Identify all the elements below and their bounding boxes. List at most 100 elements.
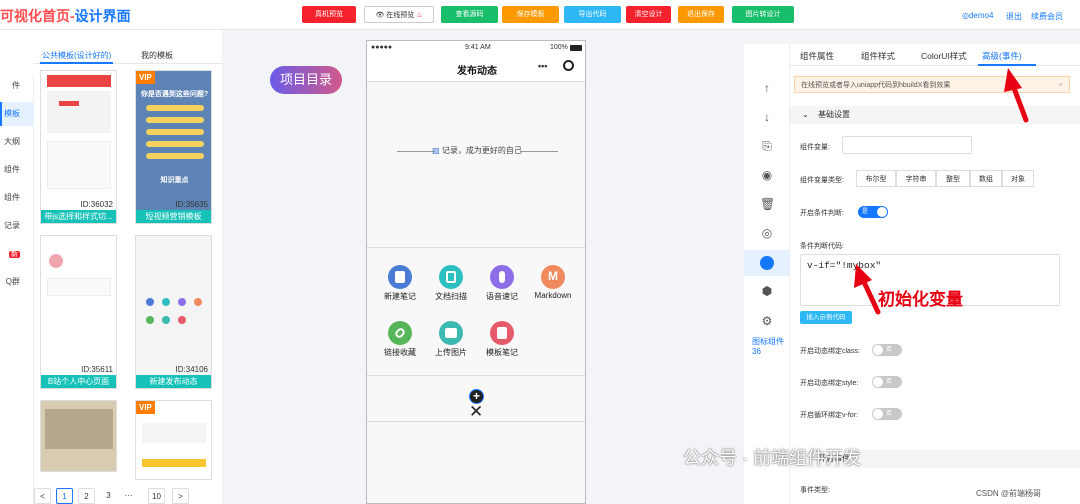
renew-member-link[interactable]: 续费会员	[1031, 11, 1063, 22]
nav-item-records[interactable]: 记录	[0, 214, 34, 238]
switch-knob	[873, 345, 883, 355]
view-source-button[interactable]: 查看源码	[441, 6, 498, 23]
more-icon[interactable]: •••	[538, 61, 547, 71]
card-preview-dot	[162, 316, 170, 324]
arrow-up-icon[interactable]: ↑	[760, 81, 774, 95]
card-preview-pill	[146, 141, 204, 147]
switch-text: 否	[886, 379, 893, 385]
page-ellipsis: ···	[124, 491, 133, 500]
nav-item-qq-group[interactable]: Q群	[0, 270, 34, 294]
app-label: 模板笔记	[486, 348, 518, 357]
image-to-design-button[interactable]: 图片转设计	[732, 6, 794, 23]
card-preview-dot	[178, 316, 186, 324]
app-template-note[interactable]: 模板笔记	[483, 321, 521, 358]
button-label: 查看源码	[455, 11, 484, 18]
card-question: 你是否遇到这些问题?	[140, 91, 209, 98]
tab-active-indicator	[40, 62, 113, 64]
nav-item-templates[interactable]: 模板	[0, 102, 34, 126]
switch-text: 否	[886, 411, 893, 417]
real-device-preview-button[interactable]: 真机预览	[302, 6, 356, 23]
nav-item-new[interactable]: 新	[0, 242, 34, 266]
app-link-collect[interactable]: 链接收藏	[381, 321, 419, 358]
arrow-to-code	[854, 264, 881, 315]
template-card[interactable]: ID:35611 B站个人中心页面	[40, 235, 117, 389]
template-card[interactable]: VIP 你是否遇到这些问题? 知识重点 ID:35635 短视频营销模板	[135, 70, 212, 224]
close-capsule-icon[interactable]	[563, 60, 574, 71]
nav-item-outline[interactable]: 大纲	[0, 130, 34, 154]
template-card[interactable]	[40, 400, 117, 472]
close-icon[interactable]: ✕	[469, 403, 483, 420]
tab-public-templates[interactable]: 公共模板(设计好的)	[42, 50, 111, 61]
user-name[interactable]: ◎demo4	[962, 11, 993, 20]
export-code-button[interactable]: 导出代码	[564, 6, 621, 23]
angular-icon[interactable]: ⬢	[760, 284, 774, 298]
close-icon[interactable]: ×	[1059, 77, 1063, 94]
online-preview-button[interactable]: 👁 在线预览 ♨	[364, 6, 434, 23]
style-bind-switch[interactable]: 否	[872, 376, 902, 388]
card-preview-grid	[47, 302, 111, 362]
left-panel: 件 模板 大纲 组件 组件 记录 新 Q群 公共模板(设计好的) 我的模板 ID…	[0, 30, 222, 504]
template-id: ID:36032	[80, 200, 113, 209]
template-card[interactable]: VIP	[135, 400, 212, 480]
clear-design-button[interactable]: 清空设计	[626, 6, 671, 23]
class-bind-switch[interactable]: 否	[872, 344, 902, 356]
next-page-button[interactable]: >	[172, 488, 189, 504]
save-template-button[interactable]: 保存模板	[502, 6, 559, 23]
phone-status-bar: ●●●●● 9:41 AM 100%	[367, 41, 585, 55]
nav-item-my-components[interactable]: 组件	[0, 158, 34, 182]
template-card[interactable]: ID:36032 带js选择和样式切...	[40, 70, 117, 224]
var-label: 组件变量:	[800, 144, 830, 151]
tab-component-props[interactable]: 组件属性	[800, 50, 834, 62]
prev-page-button[interactable]: <	[34, 488, 51, 504]
top-header: 可视化首页-设计界面 真机预览 👁 在线预览 ♨ 查看源码 保存模板 导出代码 …	[0, 0, 1080, 30]
app-new-note[interactable]: 新建笔记	[381, 265, 419, 302]
project-directory-badge[interactable]: 项目目录	[270, 66, 342, 94]
style-bind-label: 开启动态绑定style:	[800, 380, 859, 387]
switch-knob	[873, 377, 883, 387]
page-10[interactable]: 10	[148, 488, 165, 504]
nav-item-public-components[interactable]: 组件	[0, 186, 34, 210]
image-icon: ▧	[432, 146, 442, 155]
user-label: demo4	[968, 11, 994, 20]
code-label: 条件判断代码:	[800, 243, 844, 250]
nav-label: 模板	[4, 109, 20, 118]
annotation-arrows	[854, 68, 1029, 315]
clock-icon[interactable]	[744, 250, 790, 276]
page-1[interactable]: 1	[56, 488, 73, 504]
app-upload-image[interactable]: 上传图片	[432, 321, 470, 358]
scan-glyph	[446, 271, 456, 283]
nav-label: 组件	[4, 165, 20, 174]
tab-my-templates[interactable]: 我的模板	[141, 50, 173, 61]
left-nav: 件 模板 大纲 组件 组件 记录 新 Q群	[0, 74, 34, 504]
trash-icon[interactable]: 🗑	[760, 197, 775, 211]
arrow-to-advanced-tab	[1004, 68, 1029, 123]
app-doc-scan[interactable]: 文档扫描	[432, 265, 470, 302]
new-badge: 新	[9, 251, 20, 258]
app-voice-note[interactable]: 语音速记	[483, 265, 521, 302]
nav-item-components[interactable]: 件	[0, 74, 34, 98]
slogan-label: 记录，成为更好的自己	[441, 146, 522, 155]
copy-icon[interactable]: ⎘	[760, 139, 774, 153]
nav-label: 组件	[4, 193, 20, 202]
card-preview	[142, 423, 206, 443]
aperture-icon[interactable]: ◎	[760, 226, 774, 240]
template-id: ID:35611	[81, 365, 113, 374]
logout-link[interactable]: 退出	[1006, 11, 1022, 22]
note-icon	[388, 265, 412, 289]
logo-home: 可视化首页-	[0, 8, 75, 24]
navigate-icon[interactable]: ◉	[760, 168, 774, 182]
card-preview-painting	[45, 409, 113, 449]
arrow-down-icon[interactable]: ↓	[760, 110, 774, 124]
page-2[interactable]: 2	[78, 488, 95, 504]
app-label: 文档扫描	[435, 292, 467, 301]
icon-component-label[interactable]: 图标组件36	[752, 337, 786, 357]
app-markdown[interactable]: M Markdown	[534, 265, 572, 300]
vfor-bind-switch[interactable]: 否	[872, 408, 902, 420]
button-label: 在线预览	[386, 12, 415, 19]
template-card[interactable]: ID:34106 新建发布动态	[135, 235, 212, 389]
gear-icon[interactable]: ⚙	[760, 314, 774, 328]
logo[interactable]: 可视化首页-设计界面	[0, 6, 131, 26]
card-preview-dot	[178, 298, 186, 306]
page-3[interactable]: 3	[100, 488, 117, 504]
exit-save-button[interactable]: 退出保存	[678, 6, 724, 23]
